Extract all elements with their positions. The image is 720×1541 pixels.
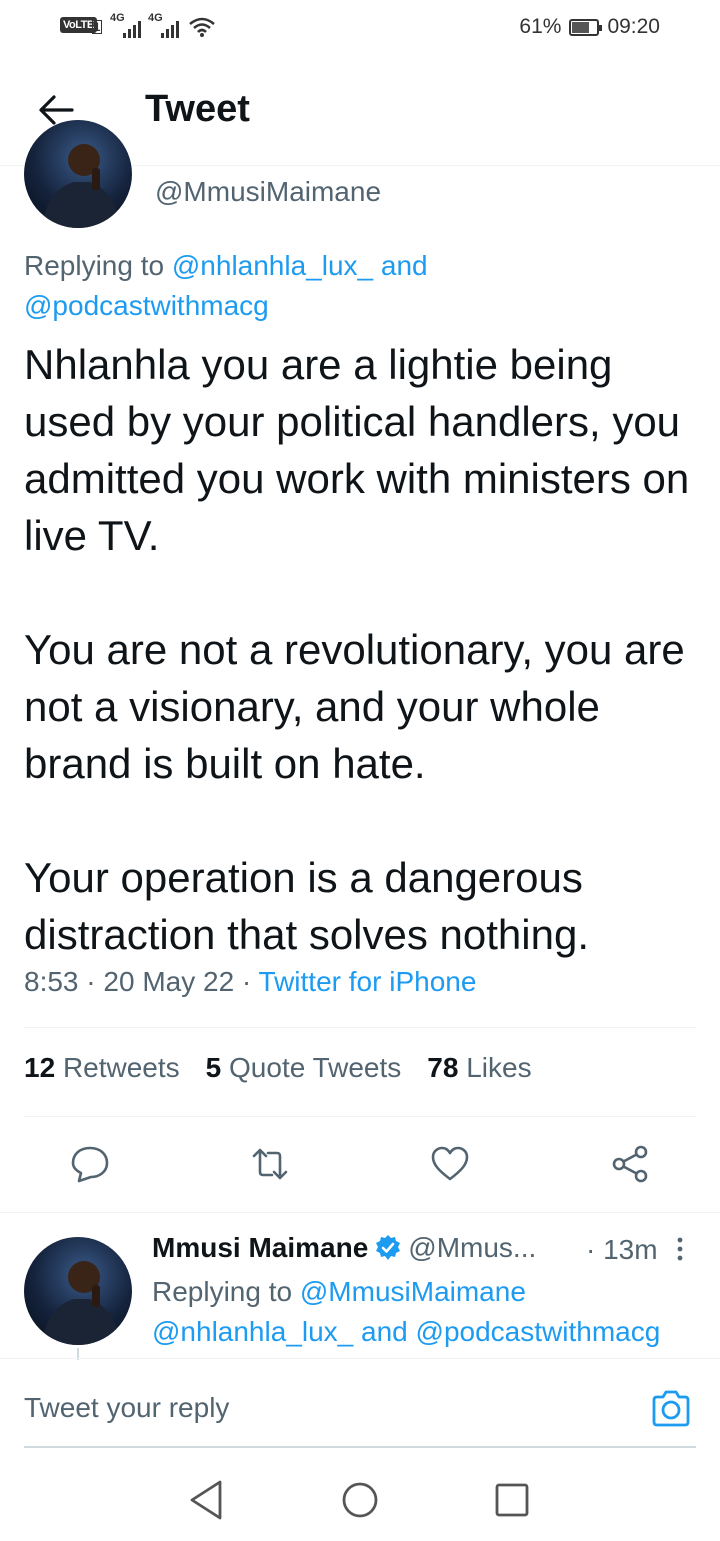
retweets-stat[interactable]: 12 Retweets xyxy=(24,1052,180,1084)
replying-to: Replying to @nhlanhla_lux_ and @podcastw… xyxy=(24,250,428,321)
verified-badge-icon xyxy=(376,1235,401,1260)
tweet-text: Nhlanhla you are a lightie being used by… xyxy=(24,341,690,958)
tweet-source[interactable]: Twitter for iPhone xyxy=(259,966,477,997)
clock: 09:20 xyxy=(607,15,660,38)
nav-home-icon[interactable] xyxy=(340,1480,380,1520)
reply-avatar[interactable] xyxy=(24,1237,132,1345)
mention-link[interactable]: @nhlanhla_lux_ xyxy=(152,1316,353,1347)
reply-icon[interactable] xyxy=(70,1144,110,1184)
divider xyxy=(0,1358,720,1359)
input-underline xyxy=(24,1446,696,1448)
status-bar: VoLTE 1 4G 4G 61% 09:20 xyxy=(0,0,720,56)
likes-stat[interactable]: 78 Likes xyxy=(427,1052,531,1084)
avatar[interactable] xyxy=(24,120,132,228)
mention-link[interactable]: @nhlanhla_lux_ xyxy=(172,250,373,281)
reply-header: Mmusi Maimane @Mmus... xyxy=(152,1232,536,1264)
nav-recents-icon[interactable] xyxy=(494,1482,530,1518)
reply-input[interactable]: Tweet your reply xyxy=(24,1392,229,1424)
camera-icon[interactable] xyxy=(650,1388,692,1430)
mention-link[interactable]: @MmusiMaimane xyxy=(300,1276,526,1307)
like-icon[interactable] xyxy=(430,1144,470,1184)
quote-tweets-stat[interactable]: 5 Quote Tweets xyxy=(206,1052,402,1084)
tweet-author-handle[interactable]: @MmusiMaimane xyxy=(155,176,381,208)
reply-replying-to: Replying to @MmusiMaimane @nhlanhla_lux_… xyxy=(152,1276,661,1347)
share-icon[interactable] xyxy=(610,1144,650,1184)
sim-indicator: 1 xyxy=(92,20,102,34)
tweet-time: 8:53 xyxy=(24,966,79,997)
retweet-icon[interactable] xyxy=(250,1144,290,1184)
tweet-meta: 8:53 · 20 May 22 · Twitter for iPhone xyxy=(24,966,477,997)
reply-author-name[interactable]: Mmusi Maimane xyxy=(152,1232,368,1264)
divider xyxy=(24,1116,696,1117)
divider xyxy=(0,1212,720,1213)
battery-icon xyxy=(569,18,603,36)
divider xyxy=(24,1027,696,1028)
tweet-date: 20 May 22 xyxy=(103,966,235,997)
tweet-stats: 12 Retweets 5 Quote Tweets 78 Likes xyxy=(24,1052,532,1084)
page-title: Tweet xyxy=(145,88,250,130)
mention-link[interactable]: @podcastwithmacg xyxy=(416,1316,661,1347)
reply-author-handle[interactable]: @Mmus... xyxy=(408,1232,536,1264)
more-options-icon[interactable] xyxy=(676,1236,684,1262)
battery-percent: 61% xyxy=(519,15,562,38)
wifi-icon xyxy=(189,17,215,37)
mention-link[interactable]: @podcastwithmacg xyxy=(24,290,269,321)
nav-back-icon[interactable] xyxy=(186,1478,226,1522)
reply-time: · 13m xyxy=(586,1234,658,1265)
